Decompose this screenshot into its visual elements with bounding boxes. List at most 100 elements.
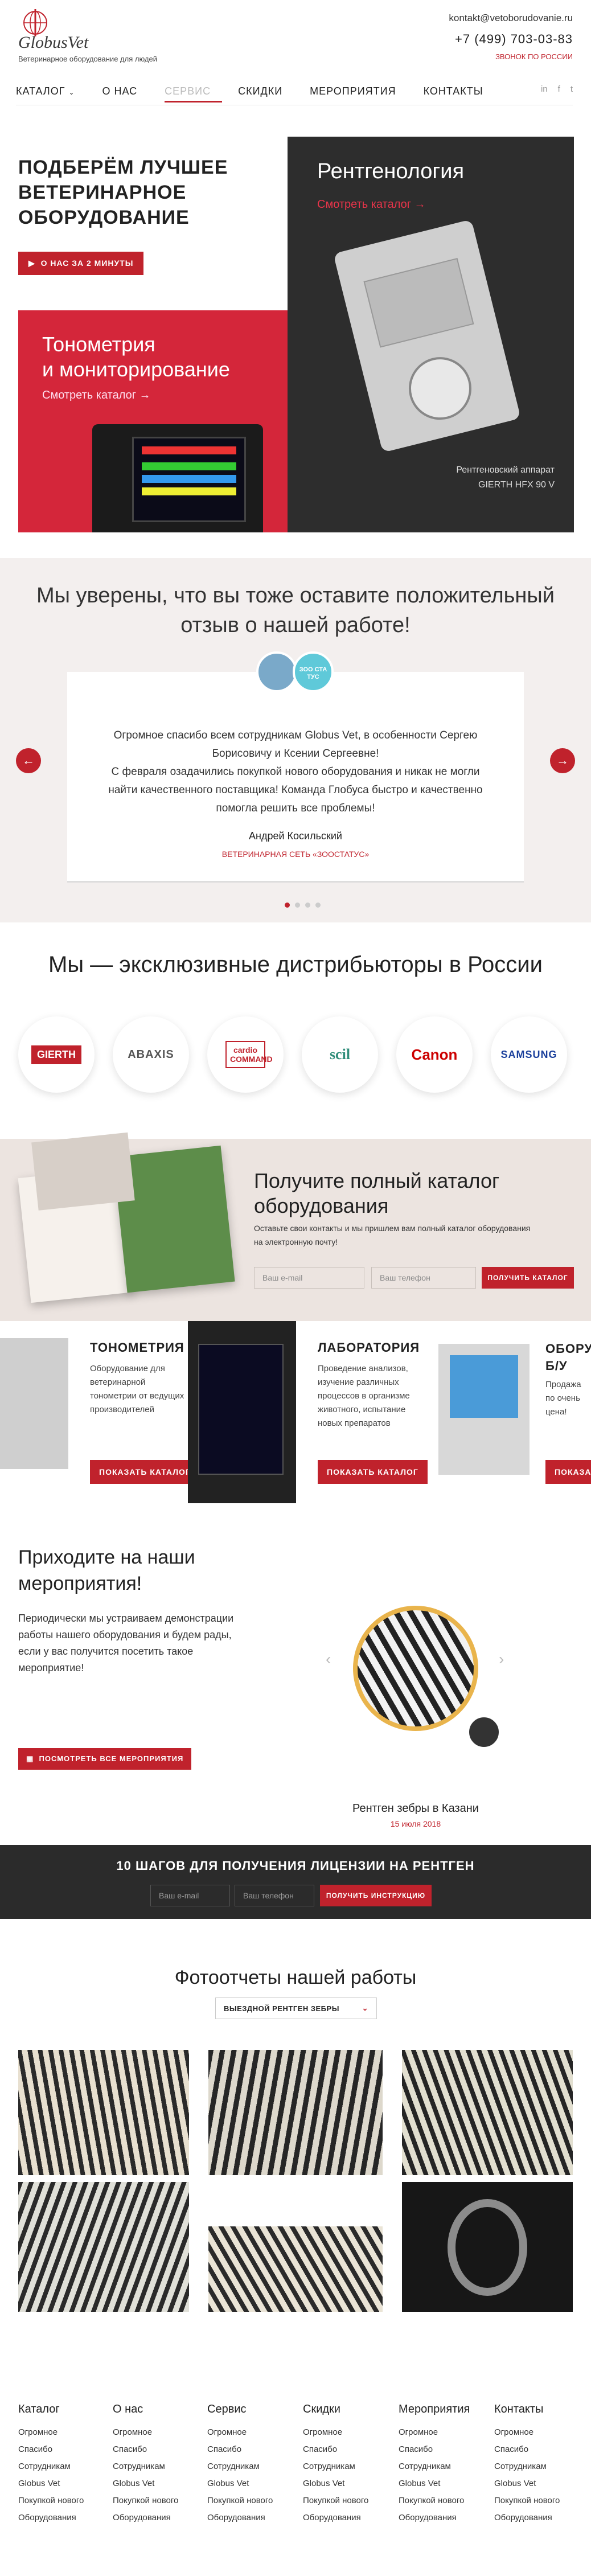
footer-link[interactable]: Сотрудникам	[113, 2462, 198, 2479]
review-next-button[interactable]: →	[550, 748, 575, 773]
nav-catalog[interactable]: КАТАЛОГ ⌄	[16, 80, 87, 102]
show-catalog-button[interactable]: ПОКАЗА	[545, 1460, 591, 1484]
brand-canon[interactable]: Canon	[396, 1016, 473, 1093]
footer-link[interactable]: Покупкой нового	[113, 2496, 198, 2513]
footer-link[interactable]: Оборудования	[303, 2513, 388, 2530]
footer-link[interactable]: Покупкой нового	[399, 2496, 484, 2513]
catalog-email-input[interactable]: Ваш e-mail	[254, 1267, 364, 1289]
footer-link[interactable]: Покупкой нового	[494, 2496, 580, 2513]
twitter-icon[interactable]: t	[571, 84, 573, 94]
get-catalog-button[interactable]: ПОЛУЧИТЬ КАТАЛОГ	[482, 1267, 574, 1289]
footer-heading[interactable]: Скидки	[303, 2403, 388, 2416]
footer-link[interactable]: Огромное	[494, 2427, 580, 2444]
footer-link[interactable]: Оборудования	[494, 2513, 580, 2530]
event-caption[interactable]: Рентген зебры в Казани	[347, 1802, 484, 1815]
hero-title-line: ПОДБЕРЁМ ЛУЧШЕЕ	[18, 157, 228, 178]
photo-thumb[interactable]	[402, 2050, 573, 2175]
photo-category-select[interactable]: ВЫЕЗДНОЙ РЕНТГЕН ЗЕБРЫ ⌄	[215, 1997, 377, 2019]
pagination-dot[interactable]	[295, 903, 300, 908]
photo-thumb[interactable]	[208, 2050, 383, 2175]
show-catalog-button[interactable]: ПОКАЗАТЬ КАТАЛОГ	[318, 1460, 428, 1484]
footer-link[interactable]: Покупкой нового	[18, 2496, 104, 2513]
photo-thumb-xray[interactable]	[402, 2182, 573, 2312]
events-next-arrow[interactable]: ›	[499, 1650, 504, 1668]
events-desc-line: работы нашего оборудования и будем рады,	[18, 1629, 232, 1640]
license-phone-input[interactable]: Ваш телефон	[235, 1885, 314, 1906]
footer-link[interactable]: Огромное	[303, 2427, 388, 2444]
nav-service[interactable]: СЕРВИС	[165, 80, 223, 102]
nav-events[interactable]: МЕРОПРИЯТИЯ	[310, 80, 407, 102]
footer-link[interactable]: Сотрудникам	[399, 2462, 484, 2479]
facebook-icon[interactable]: f	[558, 84, 560, 94]
logo-tagline: Ветеринарное оборудование для людей	[18, 55, 157, 63]
footer-heading[interactable]: Мероприятия	[399, 2403, 484, 2416]
footer-link[interactable]: Огромное	[399, 2427, 484, 2444]
footer-heading[interactable]: Каталог	[18, 2403, 104, 2416]
footer-link[interactable]: Огромное	[113, 2427, 198, 2444]
all-events-button[interactable]: ▦ ПОСМОТРЕТЬ ВСЕ МЕРОПРИЯТИЯ	[18, 1748, 192, 1770]
logo-text[interactable]: GlobusVet	[18, 33, 88, 52]
photo-thumb[interactable]	[208, 2226, 383, 2312]
event-date: 15 июля 2018	[390, 1819, 441, 1828]
footer-link[interactable]: Сотрудникам	[494, 2462, 580, 2479]
footer-link[interactable]: Оборудования	[113, 2513, 198, 2530]
show-catalog-button[interactable]: ПОКАЗАТЬ КАТАЛОГ	[90, 1460, 200, 1484]
footer-link[interactable]: Спасибо	[399, 2444, 484, 2462]
brand-abaxis[interactable]: ABAXIS	[113, 1016, 189, 1093]
catalog-phone-input[interactable]: Ваш телефон	[371, 1267, 476, 1289]
footer-link[interactable]: Спасибо	[494, 2444, 580, 2462]
footer-link[interactable]: Оборудования	[18, 2513, 104, 2530]
footer-link[interactable]: Спасибо	[113, 2444, 198, 2462]
footer-link[interactable]: Огромное	[207, 2427, 293, 2444]
get-instruction-button[interactable]: ПОЛУЧИТЬ ИНСТРУКЦИЮ	[320, 1885, 432, 1906]
footer-link[interactable]: Спасибо	[18, 2444, 104, 2462]
header-email[interactable]: kontakt@vetoborudovanie.ru	[449, 13, 573, 24]
photo-thumb[interactable]	[18, 2050, 189, 2175]
brand-cardiocommand[interactable]: cardio COMMAND	[207, 1016, 284, 1093]
review-prev-button[interactable]: ←	[16, 748, 41, 773]
nav-discounts[interactable]: СКИДКИ	[238, 80, 294, 102]
footer-link[interactable]: Покупкой нового	[303, 2496, 388, 2513]
pagination-dot[interactable]	[305, 903, 310, 908]
footer-link[interactable]: Globus Vet	[494, 2479, 580, 2496]
photo-thumb[interactable]	[18, 2182, 189, 2312]
footer-link[interactable]: Оборудования	[399, 2513, 484, 2530]
footer-link[interactable]: Спасибо	[207, 2444, 293, 2462]
footer-link[interactable]: Покупкой нового	[207, 2496, 293, 2513]
license-title: 10 ШАГОВ ДЛЯ ПОЛУЧЕНИЯ ЛИЦЕНЗИИ НА РЕНТГ…	[116, 1859, 475, 1873]
brand-scil[interactable]: scil	[302, 1016, 378, 1093]
card-desc-line: тонометрии от ведущих	[90, 1391, 184, 1401]
brand-samsung[interactable]: SAMSUNG	[491, 1016, 567, 1093]
footer-link[interactable]: Огромное	[18, 2427, 104, 2444]
nav-contacts[interactable]: КОНТАКТЫ	[424, 80, 495, 102]
vk-icon[interactable]: in	[541, 84, 548, 94]
radiology-promo[interactable]: Рентгенология Смотреть каталог → Рентген…	[288, 137, 574, 532]
hero-title-line: ОБОРУДОВАНИЕ	[18, 207, 190, 228]
footer-heading[interactable]: Контакты	[494, 2403, 580, 2416]
footer-link[interactable]: Оборудования	[207, 2513, 293, 2530]
footer-link[interactable]: Сотрудникам	[207, 2462, 293, 2479]
footer-link[interactable]: Globus Vet	[303, 2479, 388, 2496]
pagination-dot[interactable]	[285, 903, 290, 908]
footer-link[interactable]: Сотрудникам	[18, 2462, 104, 2479]
brand-gierth[interactable]: GIERTH	[18, 1016, 95, 1093]
footer-link[interactable]: Сотрудникам	[303, 2462, 388, 2479]
event-zebra-photo[interactable]	[353, 1606, 478, 1731]
license-email-input[interactable]: Ваш e-mail	[150, 1885, 230, 1906]
about-video-button[interactable]: ▶ О НАС ЗА 2 МИНУТЫ	[18, 252, 144, 275]
footer-heading[interactable]: Сервис	[207, 2403, 293, 2416]
footer-heading[interactable]: О нас	[113, 2403, 198, 2416]
nav-about[interactable]: О НАС	[102, 80, 149, 102]
footer-link[interactable]: Globus Vet	[113, 2479, 198, 2496]
footer-link[interactable]: Спасибо	[303, 2444, 388, 2462]
card-desc-line: Продажа	[545, 1380, 581, 1389]
footer-link[interactable]: Globus Vet	[399, 2479, 484, 2496]
footer-link[interactable]: Globus Vet	[207, 2479, 293, 2496]
footer-link[interactable]: Globus Vet	[18, 2479, 104, 2496]
radiology-catalog-link[interactable]: Смотреть каталог →	[317, 198, 426, 211]
tonometry-promo[interactable]: Тонометрия и мониторирование Смотреть ка…	[18, 310, 289, 532]
header-phone[interactable]: +7 (499) 703-03-83	[449, 32, 573, 47]
pagination-dot[interactable]	[315, 903, 321, 908]
events-prev-arrow[interactable]: ‹	[326, 1650, 331, 1668]
tonometry-catalog-link[interactable]: Смотреть каталог →	[42, 389, 151, 402]
